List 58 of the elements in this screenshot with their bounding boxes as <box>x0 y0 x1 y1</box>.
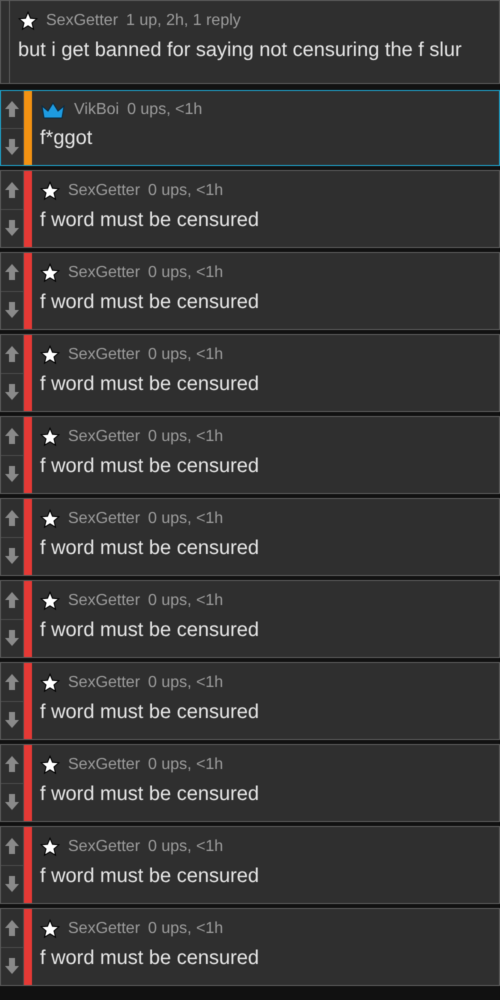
comment-meta: 0 ups, <1h <box>127 101 202 119</box>
down-arrow-icon <box>4 547 20 566</box>
comment-meta: 0 ups, <1h <box>148 674 224 692</box>
comment-text: f word must be censured <box>40 373 259 396</box>
down-arrow-icon <box>4 138 20 156</box>
down-arrow-icon <box>4 383 20 402</box>
comment-meta: 1 up, 2h, 1 reply <box>126 12 241 30</box>
comment-text: f word must be censured <box>40 701 259 724</box>
comment-text: f word must be censured <box>40 619 259 642</box>
up-arrow-icon <box>4 344 20 363</box>
username[interactable]: SexGetter <box>68 428 140 446</box>
comment-text: f word must be censured <box>40 865 259 888</box>
up-arrow-icon <box>4 180 20 199</box>
username[interactable]: SexGetter <box>68 264 140 282</box>
down-arrow-icon <box>4 301 20 320</box>
username[interactable]: SexGetter <box>68 346 140 364</box>
username[interactable]: SexGetter <box>68 182 140 200</box>
comment-meta: 0 ups, <1h <box>148 756 224 774</box>
comment-text: f word must be censured <box>40 947 259 970</box>
up-arrow-icon <box>4 672 20 691</box>
up-arrow-icon <box>4 426 20 445</box>
username[interactable]: VikBoi <box>74 101 120 119</box>
comment-text: but i get banned for saying not censuring the f slur <box>18 39 462 62</box>
username[interactable]: SexGetter <box>68 674 140 692</box>
comment-text: f*ggot <box>40 127 94 150</box>
down-arrow-icon <box>4 219 20 238</box>
up-arrow-icon <box>4 100 20 118</box>
username[interactable]: SexGetter <box>68 838 140 856</box>
up-arrow-icon <box>4 836 20 855</box>
up-arrow-icon <box>4 262 20 281</box>
comment-meta: 0 ups, <1h <box>148 182 224 200</box>
down-arrow-icon <box>4 629 20 648</box>
comment-text: f word must be censured <box>40 209 259 232</box>
comment-text: f word must be censured <box>40 455 259 478</box>
down-arrow-icon <box>4 793 20 812</box>
comment-text: f word must be censured <box>40 291 259 314</box>
comment-meta: 0 ups, <1h <box>148 592 224 610</box>
comment-text: f word must be censured <box>40 783 259 806</box>
down-arrow-icon <box>4 711 20 730</box>
down-arrow-icon <box>4 875 20 894</box>
comment-meta: 0 ups, <1h <box>148 264 224 282</box>
up-arrow-icon <box>4 508 20 527</box>
comment-meta: 0 ups, <1h <box>148 510 224 528</box>
comment-meta: 0 ups, <1h <box>148 428 224 446</box>
username[interactable]: SexGetter <box>68 756 140 774</box>
username[interactable]: SexGetter <box>46 12 118 30</box>
comment-meta: 0 ups, <1h <box>148 920 224 938</box>
down-arrow-icon <box>4 465 20 484</box>
up-arrow-icon <box>4 590 20 609</box>
up-arrow-icon <box>4 754 20 773</box>
comment-text: f word must be censured <box>40 537 259 560</box>
up-arrow-icon <box>4 918 20 937</box>
comment-meta: 0 ups, <1h <box>148 838 224 856</box>
username[interactable]: SexGetter <box>68 592 140 610</box>
down-arrow-icon <box>4 957 20 976</box>
username[interactable]: SexGetter <box>68 510 140 528</box>
username[interactable]: SexGetter <box>68 920 140 938</box>
comment-meta: 0 ups, <1h <box>148 346 224 364</box>
